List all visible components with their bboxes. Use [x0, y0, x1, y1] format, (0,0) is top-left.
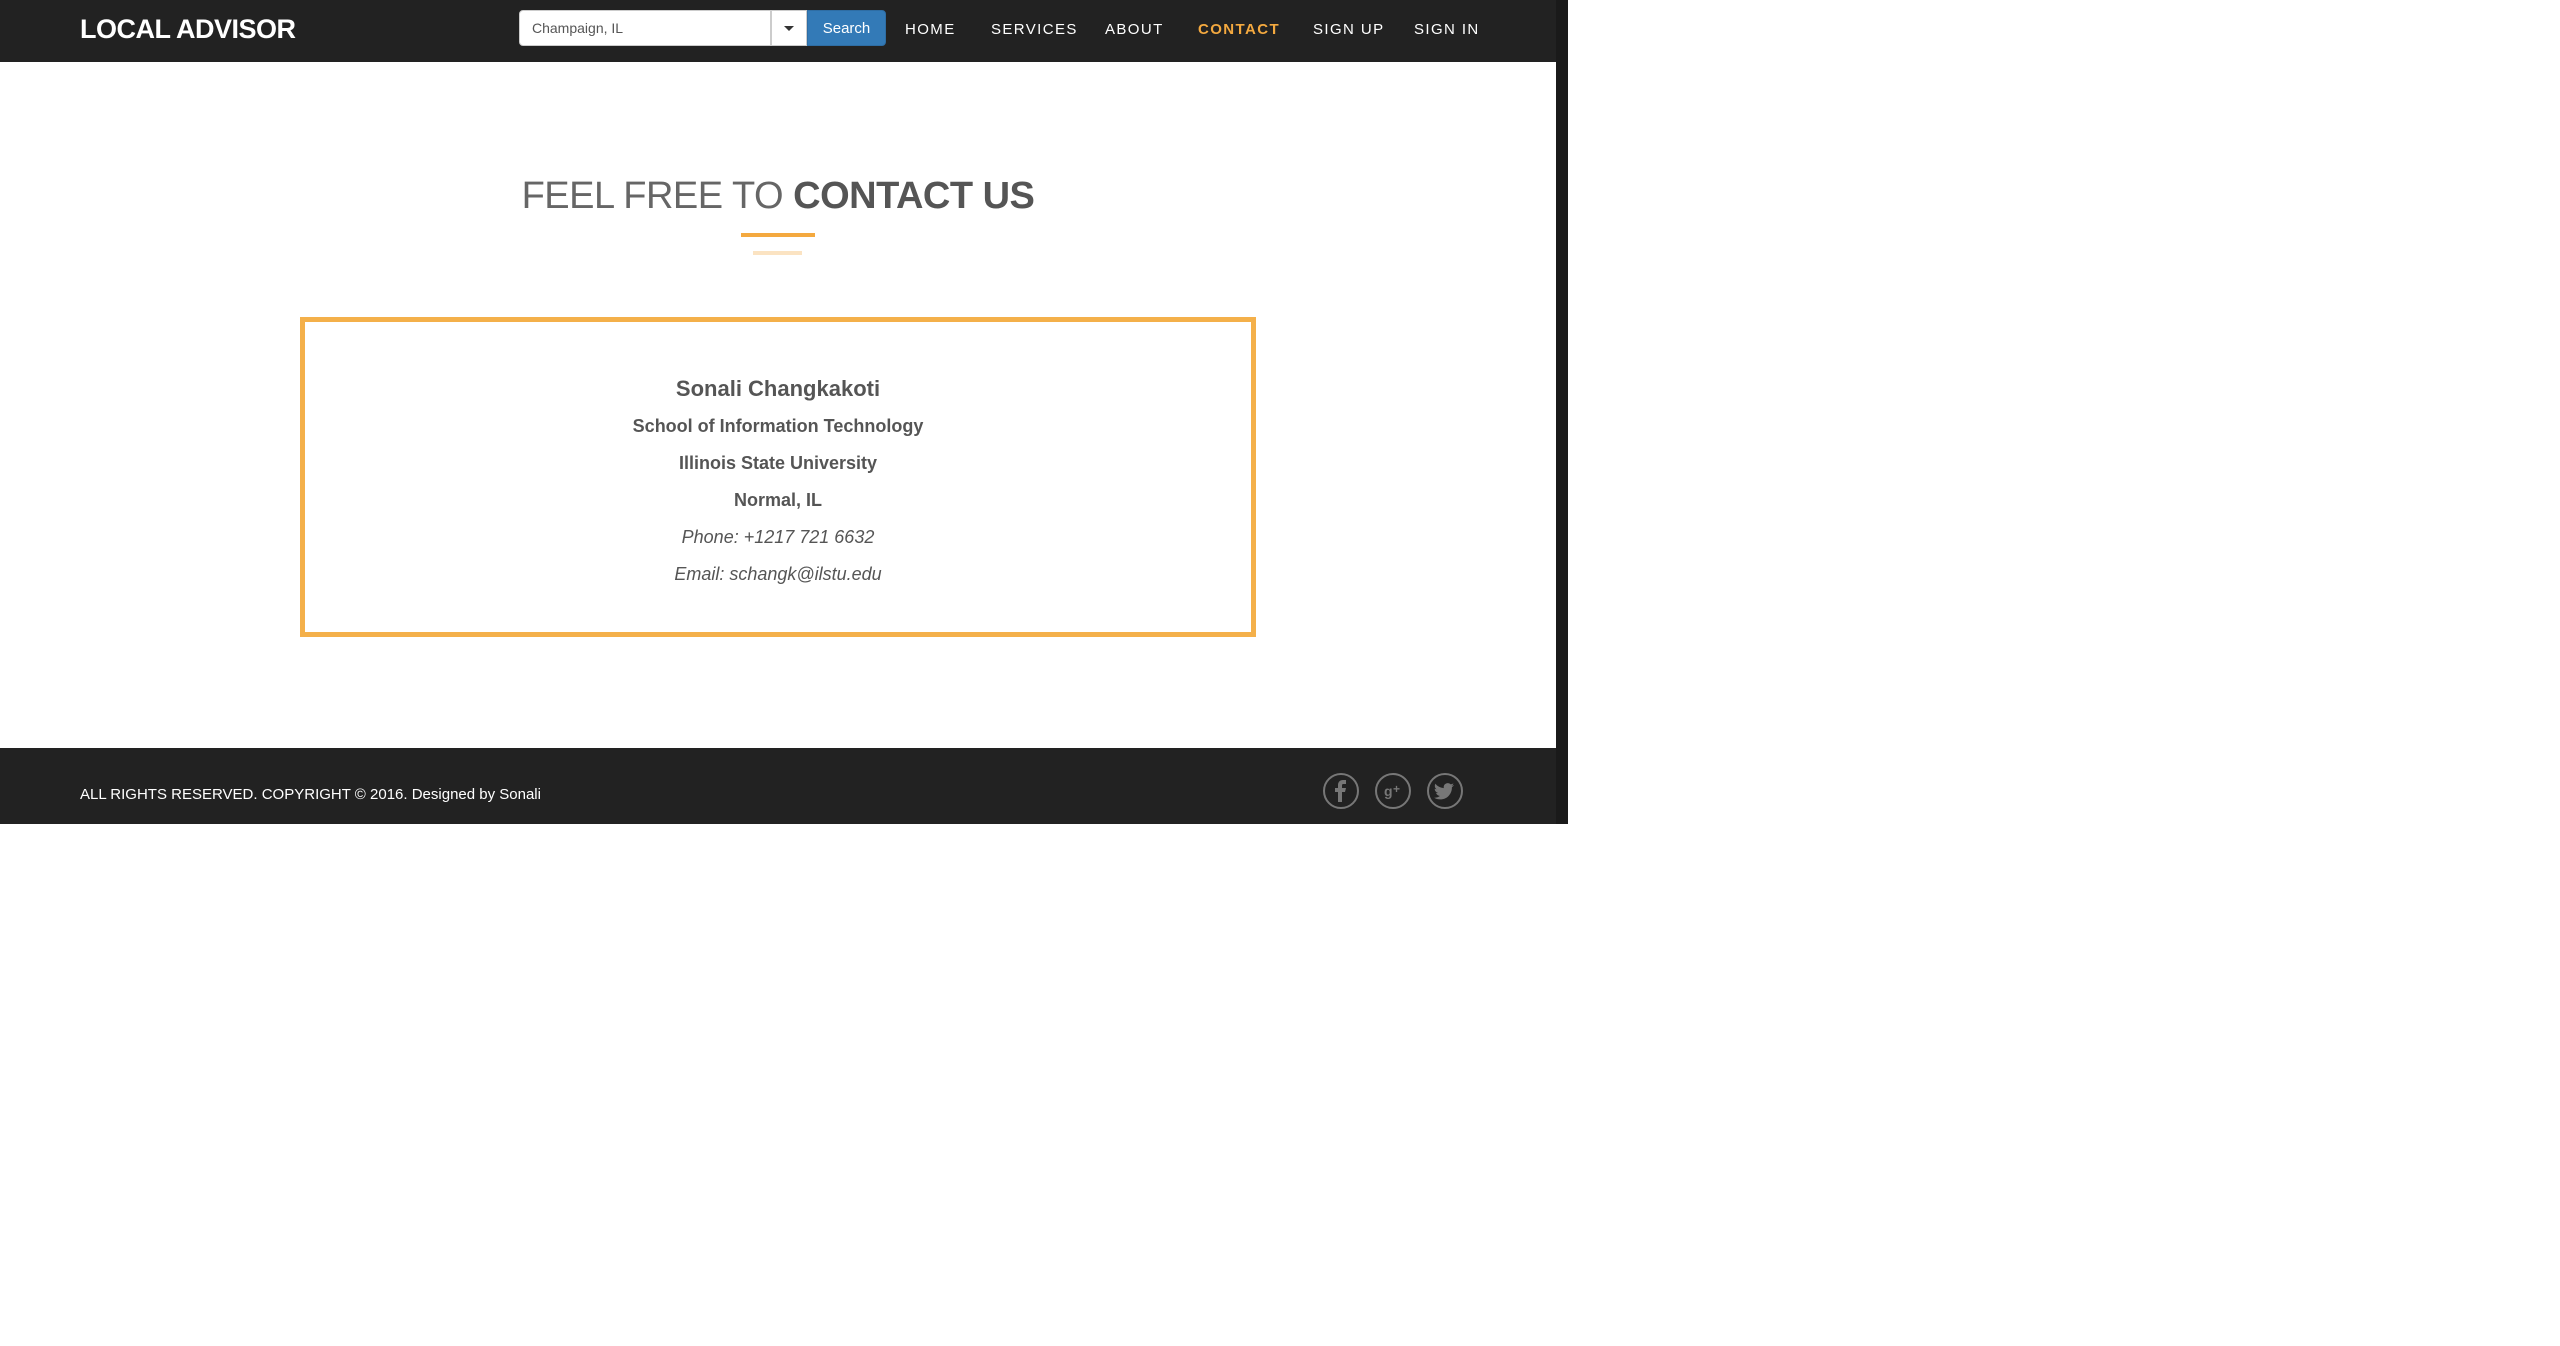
contact-name: Sonali Changkakoti [675, 376, 881, 401]
caret-down-icon [784, 25, 794, 31]
facebook-icon[interactable] [1322, 772, 1360, 810]
contact-city: Normal, IL [733, 490, 822, 510]
nav-sign-in[interactable]: SIGN IN [1414, 21, 1480, 38]
contact-card: Sonali Changkakoti School of Information… [300, 317, 1256, 637]
page-heading: FEEL FREE TO CONTACT US [0, 175, 1556, 218]
contact-university: Illinois State University [678, 453, 878, 473]
copyright-text: ALL RIGHTS RESERVED. COPYRIGHT © 2016. D… [80, 786, 541, 803]
nav-services[interactable]: SERVICES [991, 21, 1078, 38]
contact-school: School of Information Technology [632, 416, 924, 436]
contact-phone: Phone: +1217 721 6632 [681, 527, 875, 547]
svg-text:+: + [1393, 782, 1400, 796]
nav-home[interactable]: HOME [905, 21, 956, 38]
page-edge [1556, 0, 1568, 824]
contact-email: Email: schangk@ilstu.edu [674, 564, 882, 584]
heading-bold-text: CONTACT US [793, 175, 1035, 217]
brand-logo[interactable]: LOCAL ADVISOR [80, 14, 296, 45]
svg-text:g: g [1384, 783, 1393, 799]
twitter-icon[interactable] [1426, 772, 1464, 810]
search-button[interactable]: Search [807, 10, 886, 46]
nav-about[interactable]: ABOUT [1105, 21, 1164, 38]
top-navbar: LOCAL ADVISOR Search HOME SERVICES ABOUT… [0, 0, 1556, 62]
heading-light-text: FEEL FREE TO [521, 175, 784, 217]
nav-sign-up[interactable]: SIGN UP [1313, 21, 1384, 38]
google-plus-icon[interactable]: g + [1374, 772, 1412, 810]
location-dropdown-button[interactable] [771, 10, 807, 46]
nav-contact[interactable]: CONTACT [1198, 21, 1280, 38]
heading-subdivider [753, 251, 802, 255]
heading-divider [741, 233, 815, 237]
location-search-input[interactable] [519, 10, 771, 46]
footer: ALL RIGHTS RESERVED. COPYRIGHT © 2016. D… [0, 748, 1556, 824]
